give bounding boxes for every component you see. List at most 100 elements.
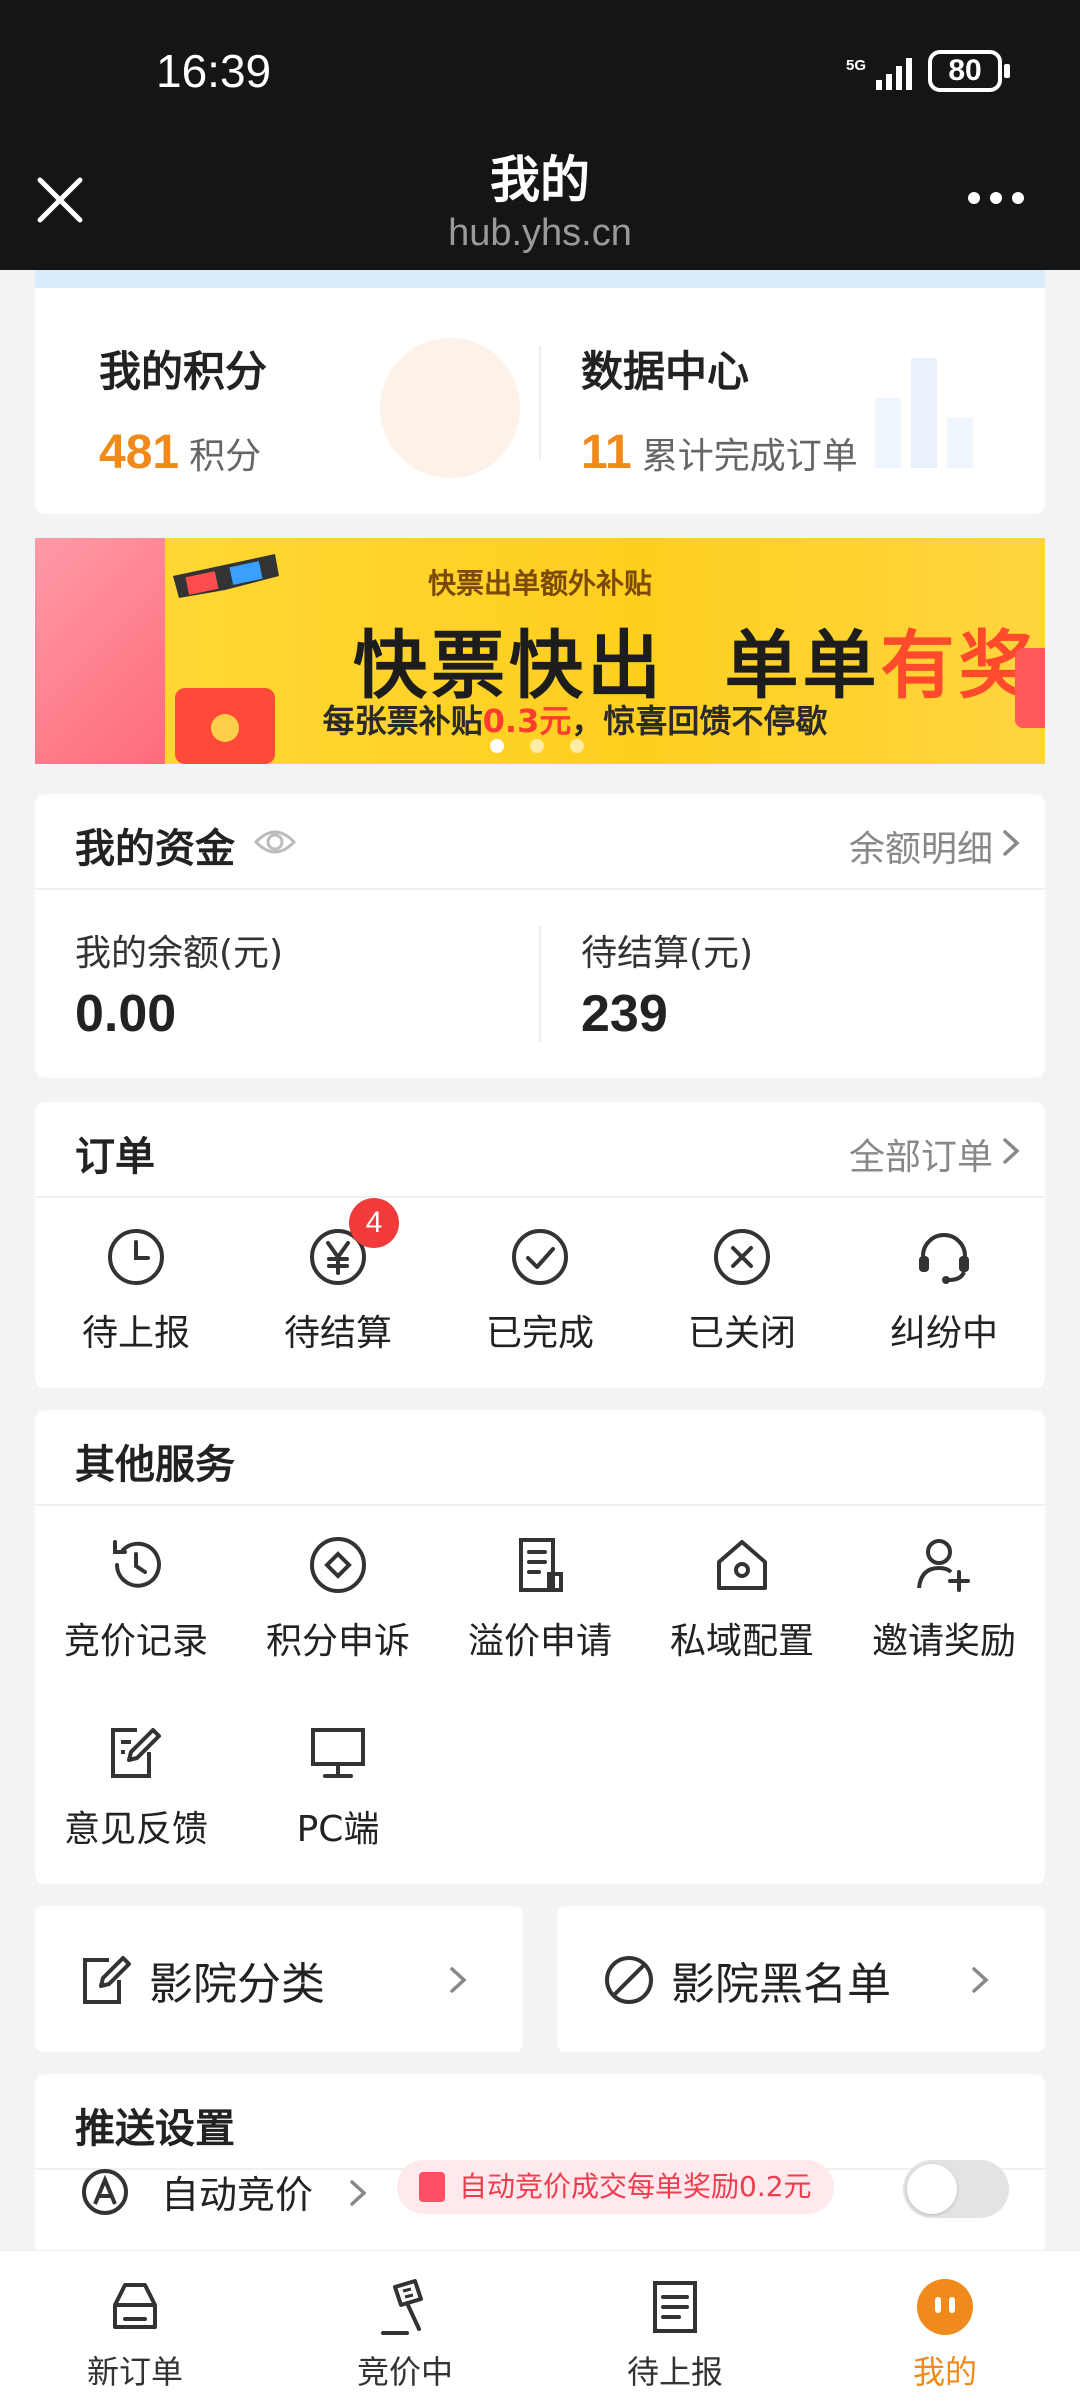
balance-detail-link[interactable]: 余额明细 xyxy=(849,820,993,872)
tab-pending-report[interactable]: 待上报 xyxy=(540,2251,810,2400)
cinema-category-button[interactable]: 影院分类 xyxy=(35,1906,523,2052)
order-pending-settle[interactable]: 4 待结算 xyxy=(237,1198,439,1356)
service-label: 竞价记录 xyxy=(63,1621,208,1662)
banner-desc-suffix: ，惊喜回馈不停歇 xyxy=(571,702,828,740)
order-status-label: 已完成 xyxy=(485,1313,594,1354)
page-url: hub.yhs.cn xyxy=(448,212,632,254)
data-center-block[interactable]: 数据中心 11 累计完成订单 xyxy=(581,338,858,480)
points-value: 481 xyxy=(99,426,180,479)
order-completed[interactable]: 已完成 xyxy=(439,1226,641,1356)
nav-bar: 我的 hub.yhs.cn xyxy=(0,140,1080,270)
check-circle-icon xyxy=(512,1229,568,1285)
service-invite-reward[interactable]: 邀请奖励 xyxy=(843,1534,1045,1664)
headset-icon xyxy=(919,1233,969,1284)
pending-label: 待结算(元) xyxy=(581,933,754,974)
promo-text: 自动竞价成交每单奖励0.2元 xyxy=(459,2170,812,2203)
status-time: 16:39 xyxy=(156,45,272,97)
divider xyxy=(539,926,541,1042)
banner-desc-amount: 0.3元 xyxy=(482,702,572,740)
diamond-icon xyxy=(310,1537,366,1593)
pending-block[interactable]: 待结算(元) 239 xyxy=(581,924,753,1044)
house-gear-icon xyxy=(717,1540,767,1590)
red-envelope-icon xyxy=(175,688,275,764)
service-private-config[interactable]: 私域配置 xyxy=(641,1534,843,1664)
orders-card: 订单 全部订单 待上报 4 待结算 已完成 已关闭 纠纷中 xyxy=(35,1102,1045,1388)
auto-bid-toggle[interactable] xyxy=(903,2160,1009,2218)
eye-icon[interactable] xyxy=(253,824,297,860)
cinema-blacklist-button[interactable]: 影院黑名单 xyxy=(557,1906,1045,2052)
score-card: 我的积分 481 积分 数据中心 11 累计完成订单 xyxy=(35,288,1045,514)
service-feedback[interactable]: 意见反馈 xyxy=(35,1722,237,1852)
service-label: 积分申诉 xyxy=(265,1621,410,1662)
points-unit: 积分 xyxy=(189,436,262,477)
chevron-right-icon[interactable] xyxy=(999,828,1023,858)
services-card: 其他服务 竞价记录 积分申诉 溢价申请 私域配置 邀请奖励 意见反馈 PC端 xyxy=(35,1410,1045,1884)
chevron-right-icon xyxy=(972,1967,989,1993)
orders-value: 11 xyxy=(581,426,632,479)
more-icon[interactable] xyxy=(966,186,1026,210)
carousel-dots xyxy=(490,738,610,753)
chevron-right-icon[interactable] xyxy=(347,2178,369,2208)
service-bid-history[interactable]: 竞价记录 xyxy=(35,1534,237,1664)
notification-badge: 4 xyxy=(349,1198,399,1248)
balance-block[interactable]: 我的余额(元) 0.00 xyxy=(75,924,283,1044)
banner-subtitle: 快票出单额外补贴 xyxy=(427,567,652,600)
orders-header: 订单 全部订单 xyxy=(35,1102,1045,1198)
service-label: 私域配置 xyxy=(669,1621,814,1662)
all-orders-link[interactable]: 全部订单 xyxy=(849,1128,993,1180)
edit-icon xyxy=(83,1956,131,2004)
tab-label: 竞价中 xyxy=(356,2353,453,2391)
tab-bidding[interactable]: 竞价中 xyxy=(270,2251,540,2400)
orders-title: 订单 xyxy=(75,1134,155,1180)
status-bar: 16:39 5G 80 xyxy=(0,0,1080,140)
service-points-appeal[interactable]: 积分申诉 xyxy=(237,1534,439,1664)
tab-label: 待上报 xyxy=(626,2353,723,2391)
promo-pill: 自动竞价成交每单奖励0.2元 xyxy=(397,2160,834,2214)
order-status-label: 已关闭 xyxy=(687,1313,796,1354)
data-center-label: 数据中心 xyxy=(581,347,750,396)
gift-right-icon xyxy=(1015,648,1045,728)
service-pc[interactable]: PC端 xyxy=(237,1722,439,1852)
banner-desc-prefix: 每张票补贴 xyxy=(322,702,483,740)
funds-header: 我的资金 余额明细 xyxy=(35,794,1045,890)
auto-bid-label[interactable]: 自动竞价 xyxy=(161,2164,313,2219)
network-label: 5G xyxy=(846,57,866,74)
service-label: 溢价申请 xyxy=(467,1621,612,1662)
balance-label: 我的余额(元) xyxy=(75,933,284,974)
list-doc-icon xyxy=(653,2281,697,2333)
auto-bid-icon xyxy=(82,2169,128,2215)
points-label: 我的积分 xyxy=(99,347,268,396)
services-row-1: 竞价记录 积分申诉 溢价申请 私域配置 邀请奖励 xyxy=(35,1534,1045,1664)
battery-indicator: 80 xyxy=(928,50,1010,92)
tab-label: 新订单 xyxy=(86,2353,183,2391)
funds-card: 我的资金 余额明细 我的余额(元) 0.00 待结算(元) 239 xyxy=(35,794,1045,1078)
order-status-row: 待上报 4 待结算 已完成 已关闭 纠纷中 xyxy=(35,1198,1045,1356)
chevron-right-icon[interactable] xyxy=(999,1136,1023,1166)
tab-profile[interactable]: 我的 xyxy=(810,2251,1080,2400)
signal-icon: 5G xyxy=(846,57,912,90)
order-pending-report[interactable]: 待上报 xyxy=(35,1226,237,1356)
points-block[interactable]: 我的积分 481 积分 xyxy=(99,338,267,480)
tab-new-orders[interactable]: 新订单 xyxy=(0,2251,270,2400)
service-label: 意见反馈 xyxy=(63,1809,208,1850)
gift-icon xyxy=(419,2172,445,2202)
block-icon xyxy=(605,1956,653,2004)
order-closed[interactable]: 已关闭 xyxy=(641,1226,843,1356)
order-dispute[interactable]: 纠纷中 xyxy=(843,1226,1045,1356)
history-icon xyxy=(113,1540,161,1588)
pending-value: 239 xyxy=(581,985,668,1043)
x-circle-icon xyxy=(714,1229,770,1285)
page-title: 我的 xyxy=(490,151,590,209)
services-row-2: 意见反馈 PC端 xyxy=(35,1722,1045,1852)
order-status-label: 待结算 xyxy=(283,1313,392,1354)
tab-label: 我的 xyxy=(912,2353,977,2391)
bar-chart-icon xyxy=(875,358,973,468)
push-settings-title: 推送设置 xyxy=(75,2106,235,2152)
profile-icon xyxy=(917,2279,973,2335)
promo-banner[interactable]: 快票出单额外补贴 快票快出 单单有奖 每张票补贴0.3元，惊喜回馈不停歇 xyxy=(35,538,1045,764)
service-premium-apply[interactable]: 溢价申请 xyxy=(439,1534,641,1664)
edit-icon xyxy=(111,1728,161,1778)
cinema-blacklist-label: 影院黑名单 xyxy=(671,1959,891,2010)
divider xyxy=(539,346,541,460)
service-label: 邀请奖励 xyxy=(871,1621,1016,1662)
